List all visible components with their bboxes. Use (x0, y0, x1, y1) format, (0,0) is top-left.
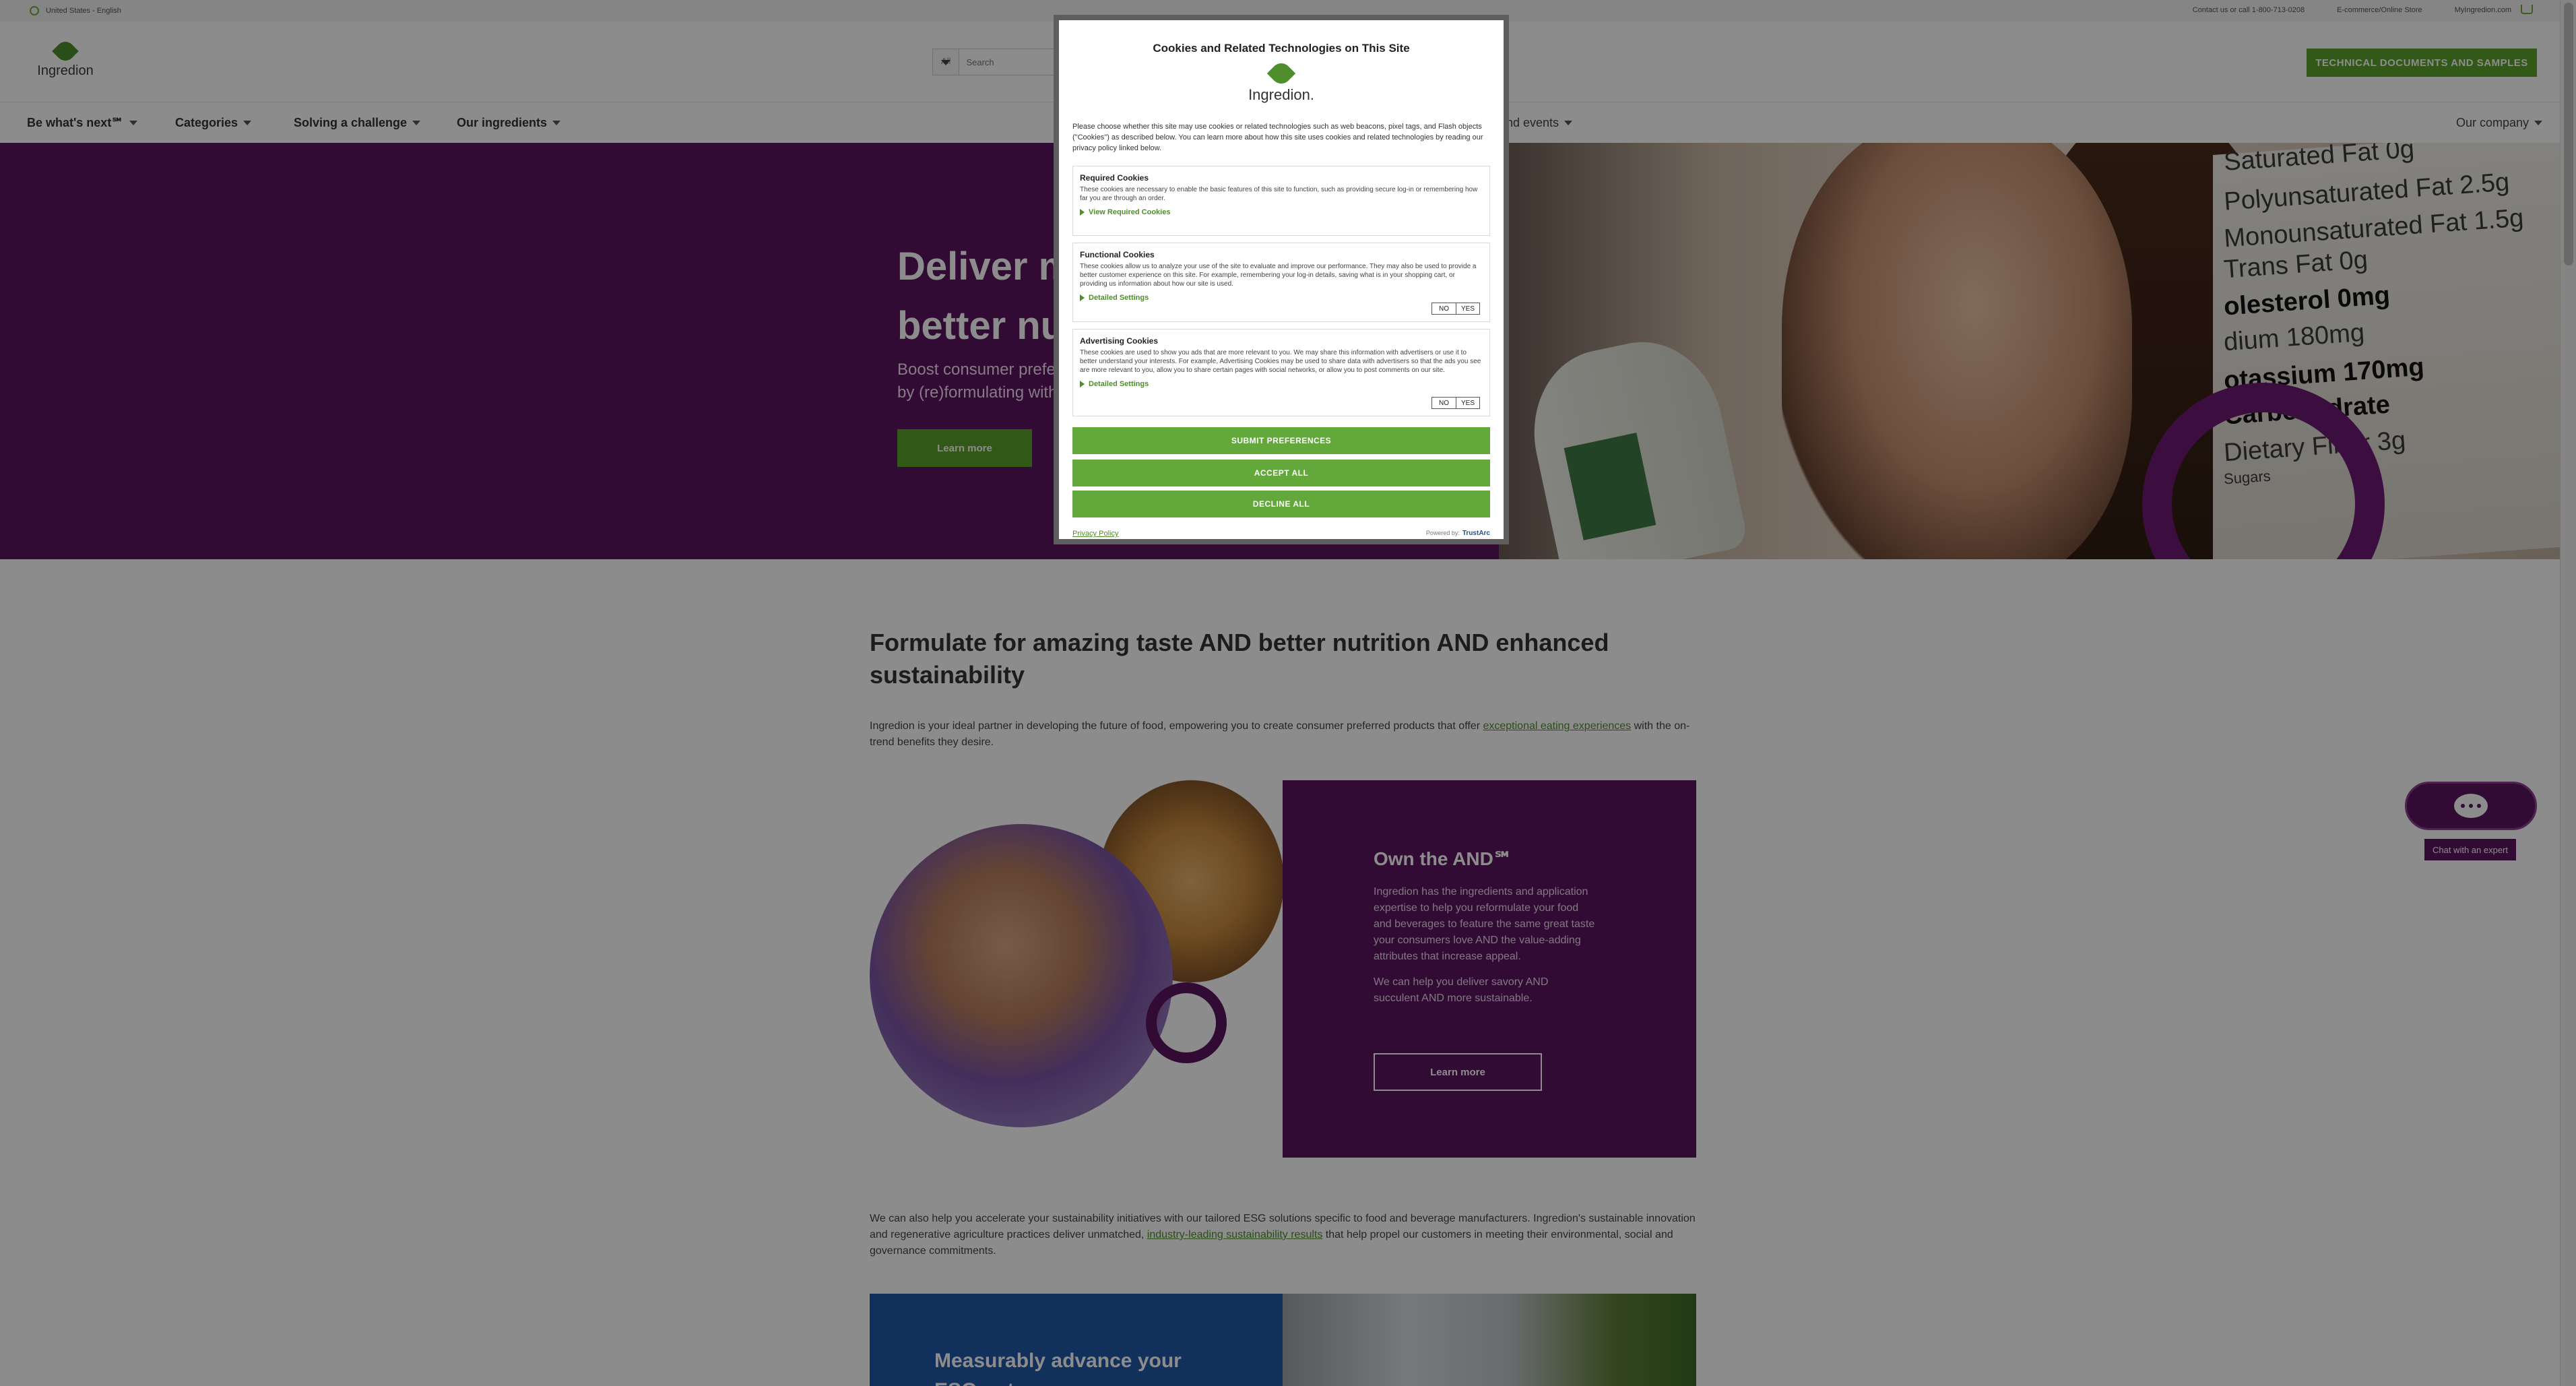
modal-description: Please choose whether this site may use … (1072, 123, 1483, 152)
functional-cookies-section: Functional Cookies These cookies allow u… (1072, 243, 1490, 322)
expand-arrow-icon (1080, 209, 1085, 216)
powered-by: Powered by: TrustArc (1426, 530, 1490, 537)
submit-preferences-button[interactable]: SUBMIT PREFERENCES (1072, 427, 1490, 454)
expand-arrow-icon (1080, 294, 1085, 301)
decline-all-button[interactable]: DECLINE ALL (1072, 491, 1490, 517)
privacy-policy-link[interactable]: Privacy Policy (1072, 530, 1118, 538)
functional-no-button[interactable]: NO (1431, 303, 1456, 315)
modal-logo: Ingredion. (1241, 59, 1322, 104)
advertising-no-button[interactable]: NO (1431, 397, 1456, 409)
cookie-consent-modal: Cookies and Related Technologies on This… (1054, 15, 1509, 544)
advertising-cookies-section: Advertising Cookies These cookies are us… (1072, 329, 1490, 416)
functional-detailed-settings-link[interactable]: Detailed Settings (1080, 294, 1483, 302)
view-required-cookies-label: View Required Cookies (1089, 208, 1171, 216)
advertising-detailed-settings-link[interactable]: Detailed Settings (1080, 380, 1483, 388)
modal-title: Cookies and Related Technologies on This… (1153, 42, 1410, 55)
advertising-cookies-desc: These cookies are used to show you ads t… (1080, 349, 1481, 374)
trustarc-logo[interactable]: TrustArc (1462, 530, 1490, 537)
advertising-yes-button[interactable]: YES (1456, 397, 1480, 409)
functional-cookies-title: Functional Cookies (1080, 250, 1155, 259)
accept-all-button[interactable]: ACCEPT ALL (1072, 460, 1490, 486)
functional-cookies-desc: These cookies allow us to analyze your u… (1080, 263, 1477, 288)
modal-logo-text: Ingredion. (1248, 86, 1314, 103)
advertising-toggle: NO YES (1431, 397, 1480, 409)
advertising-detailed-settings-label: Detailed Settings (1089, 380, 1149, 388)
functional-yes-button[interactable]: YES (1456, 303, 1480, 315)
functional-toggle: NO YES (1431, 303, 1480, 315)
required-cookies-desc: These cookies are necessary to enable th… (1080, 186, 1478, 202)
required-cookies-title: Required Cookies (1080, 173, 1149, 183)
expand-arrow-icon (1080, 381, 1085, 387)
leaf-icon (1266, 59, 1296, 88)
functional-detailed-settings-label: Detailed Settings (1089, 294, 1149, 302)
required-cookies-section: Required Cookies These cookies are neces… (1072, 166, 1490, 236)
advertising-cookies-title: Advertising Cookies (1080, 336, 1159, 346)
view-required-cookies-link[interactable]: View Required Cookies (1080, 208, 1483, 216)
powered-by-label: Powered by: (1425, 530, 1460, 536)
